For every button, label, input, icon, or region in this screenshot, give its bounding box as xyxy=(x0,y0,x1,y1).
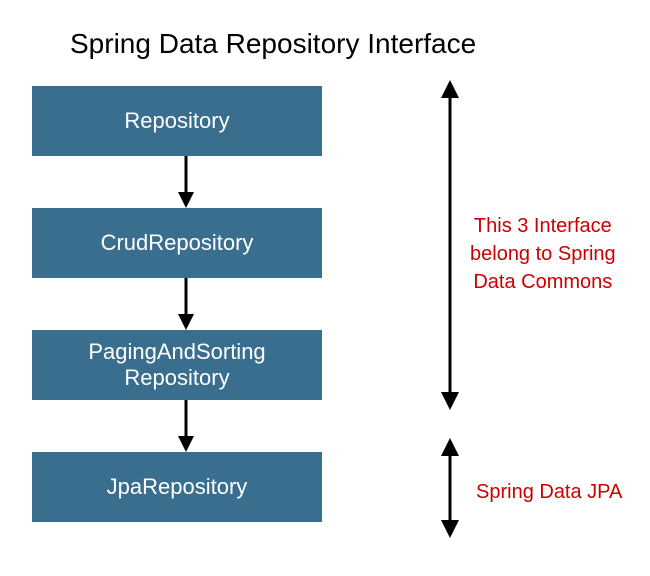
annotation-commons-line-1: This 3 Interface xyxy=(470,212,616,240)
box-paging-sorting-label-2: Repository xyxy=(124,365,229,391)
bracket-arrow-jpa xyxy=(438,438,462,538)
box-paging-sorting-label-1: PagingAndSorting xyxy=(88,339,265,365)
bracket-arrow-commons xyxy=(438,80,462,410)
annotation-commons: This 3 Interface belong to Spring Data C… xyxy=(470,212,616,296)
box-repository: Repository xyxy=(32,86,322,156)
box-crud-repository: CrudRepository xyxy=(32,208,322,278)
box-paging-sorting-repository: PagingAndSorting Repository xyxy=(32,330,322,400)
diagram-title: Spring Data Repository Interface xyxy=(70,28,476,60)
annotation-jpa-text: Spring Data JPA xyxy=(476,481,622,503)
annotation-commons-line-3: Data Commons xyxy=(470,268,616,296)
arrow-down-1 xyxy=(176,156,196,208)
box-repository-label: Repository xyxy=(124,108,229,134)
arrow-down-2 xyxy=(176,278,196,330)
annotation-commons-line-2: belong to Spring xyxy=(470,240,616,268)
box-jpa-repository-label: JpaRepository xyxy=(107,474,248,500)
arrow-down-3 xyxy=(176,400,196,452)
annotation-jpa: Spring Data JPA xyxy=(476,478,622,506)
box-jpa-repository: JpaRepository xyxy=(32,452,322,522)
box-crud-repository-label: CrudRepository xyxy=(101,230,254,256)
